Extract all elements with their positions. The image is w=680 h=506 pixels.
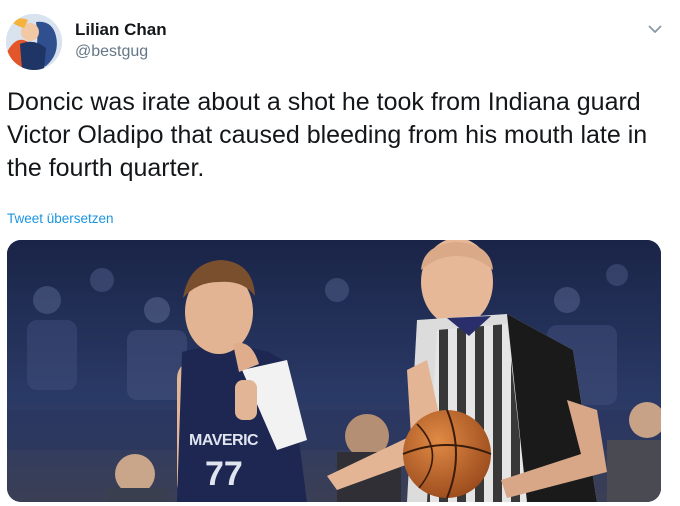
translate-link[interactable]: Tweet übersetzen [7, 211, 114, 226]
user-handle[interactable]: @bestgug [75, 43, 148, 61]
avatar-image [6, 14, 62, 70]
chevron-down-icon[interactable] [644, 18, 666, 40]
tweet-photo[interactable]: MAVERIC 77 [7, 240, 661, 502]
basketball-photo: MAVERIC 77 [7, 240, 661, 502]
tweet-card: Lilian Chan @bestgug Doncic was irate ab… [0, 0, 680, 506]
tweet-text: Doncic was irate about a shot he took fr… [7, 88, 648, 182]
jersey-number: 77 [205, 455, 243, 493]
display-name[interactable]: Lilian Chan [75, 20, 167, 40]
jersey-text: MAVERIC [189, 432, 259, 449]
avatar[interactable] [6, 14, 62, 70]
